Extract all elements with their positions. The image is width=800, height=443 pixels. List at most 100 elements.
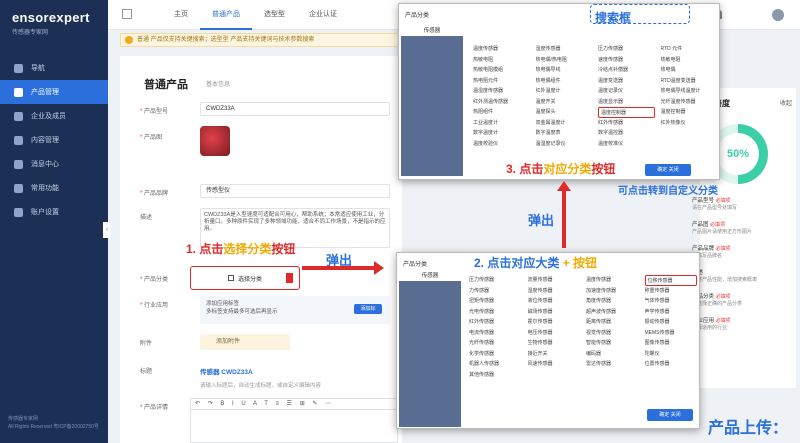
category-item[interactable]: 扭矩传感器	[469, 296, 522, 307]
category-item[interactable]: 图像传感器	[645, 338, 698, 349]
brand-input[interactable]: 传感型仪	[200, 184, 390, 198]
category-item[interactable]: 流量传感器	[528, 275, 581, 286]
category-item[interactable]: 温度开关	[536, 97, 593, 108]
category-item-selected[interactable]: 位移传感器	[644, 275, 697, 286]
popup-confirm-button[interactable]: 确定 关闭	[645, 164, 691, 176]
collapse-toggle[interactable]: 收起	[780, 98, 792, 107]
category-item[interactable]: 温度变送器	[598, 76, 655, 87]
category-item[interactable]: 编码器	[586, 349, 639, 360]
category-item[interactable]: 化学传感器	[469, 349, 522, 360]
category-item[interactable]: 温度传感器	[586, 275, 639, 286]
rich-text-editor[interactable]	[190, 410, 398, 443]
category-item[interactable]: 位置传感器	[645, 359, 698, 370]
category-item[interactable]	[661, 139, 718, 150]
collapse-sidebar-button[interactable]: ‹	[103, 222, 111, 238]
category-item[interactable]: 温湿度记录仪	[536, 139, 593, 150]
category-item[interactable]: 热敏电阻	[473, 55, 530, 66]
sidebar-item-messages[interactable]: 消息中心	[0, 152, 108, 176]
category-item[interactable]: 雷达传感器	[586, 359, 639, 370]
category-item[interactable]	[661, 128, 718, 139]
category-item[interactable]: 电流传感器	[469, 328, 522, 339]
category-item[interactable]: 称重传感器	[645, 286, 698, 297]
category-item[interactable]: RTD 元件	[661, 44, 718, 55]
sidebar-item-account[interactable]: 账户设置	[0, 200, 108, 224]
category-item[interactable]: RTD温度变送器	[661, 76, 718, 87]
category-item[interactable]: 热电偶/热电阻	[536, 55, 593, 66]
category-item[interactable]: 热电偶导线温度计	[661, 86, 718, 97]
category-item[interactable]: 气体传感器	[645, 296, 698, 307]
add-attachment-button[interactable]: 添加附件	[200, 334, 290, 350]
fullscreen-icon[interactable]	[122, 9, 132, 19]
sidebar-item-content[interactable]: 内容管理	[0, 128, 108, 152]
category-item[interactable]: 接近开关	[528, 349, 581, 360]
category-item[interactable]: 红外温度计	[536, 86, 593, 97]
category-item[interactable]: 温湿度传感器	[473, 86, 530, 97]
tab-normal-products[interactable]: 普通产品	[200, 0, 252, 30]
category-item[interactable]: 光电传感器	[469, 307, 522, 318]
category-item[interactable]: 温度传感器	[473, 44, 530, 55]
category-item[interactable]: 距离传感器	[586, 317, 639, 328]
category-item[interactable]: 湿度传感器	[528, 286, 581, 297]
category-item[interactable]: 生物传感器	[528, 338, 581, 349]
category-item[interactable]: 加速度传感器	[586, 286, 639, 297]
popup-confirm-button[interactable]: 确定 关闭	[647, 409, 693, 421]
category-item[interactable]: 温度探头	[536, 107, 593, 118]
tab-company-cert[interactable]: 企业认证	[297, 0, 349, 30]
category-item[interactable]: 温度校准仪	[598, 139, 655, 150]
category-item[interactable]: 冷结点补偿器	[598, 65, 655, 76]
category-item[interactable]: 液位传感器	[528, 296, 581, 307]
category-item[interactable]: 热电偶组件	[536, 76, 593, 87]
category-item[interactable]: 热电偶	[661, 65, 718, 76]
popup-left-header[interactable]: 传感器	[401, 26, 463, 36]
category-item[interactable]: 湿度传感器	[536, 44, 593, 55]
category-item[interactable]: 红外热像仪	[661, 118, 718, 129]
category-item[interactable]: 磁场传感器	[528, 307, 581, 318]
product-image[interactable]	[200, 126, 230, 156]
category-item[interactable]: 热电阻元件	[473, 76, 530, 87]
tab-selection-products[interactable]: 选型型	[252, 0, 297, 30]
category-item[interactable]: 压力传感器	[469, 275, 522, 286]
editor-toolbar[interactable]: ↶ ↷ B I U A T ≡ ☰ ⊞ ✎ ⋯	[190, 398, 398, 410]
sidebar-item-functions[interactable]: 常用功能	[0, 176, 108, 200]
category-item[interactable]	[528, 370, 581, 381]
category-item[interactable]: 热敏电阻	[661, 55, 718, 66]
category-item[interactable]: 热电偶导线	[536, 65, 593, 76]
category-item[interactable]: 红外传感器	[598, 118, 655, 129]
avatar[interactable]	[772, 9, 784, 21]
category-item[interactable]: 超声波传感器	[586, 307, 639, 318]
category-item[interactable]: MEMS传感器	[645, 328, 698, 339]
category-item[interactable]	[645, 370, 698, 381]
category-item[interactable]: 智能传感器	[586, 338, 639, 349]
select-category-button[interactable]: 选择分类	[190, 266, 300, 290]
sidebar-item-company[interactable]: 企业及成员	[0, 104, 108, 128]
add-tag-button[interactable]: 添加标	[354, 304, 382, 314]
popup-left-header[interactable]: 传感器	[399, 271, 461, 281]
category-item[interactable]: 角度传感器	[586, 296, 639, 307]
title-value[interactable]: 传感器 CWDZ33A	[200, 366, 253, 376]
category-item[interactable]: 红外传感器	[469, 317, 522, 328]
category-item[interactable]: 电压传感器	[528, 328, 581, 339]
category-item[interactable]: 温度校验仪	[473, 139, 530, 150]
tab-home[interactable]: 主页	[162, 0, 200, 30]
category-item[interactable]: 红外测温传感器	[473, 97, 530, 108]
category-item[interactable]: 光纤温度传感器	[661, 97, 718, 108]
category-item-selected[interactable]: 温度控制器	[598, 107, 655, 118]
category-item[interactable]: 工业温度计	[473, 118, 530, 129]
category-item[interactable]: 双金属温度计	[536, 118, 593, 129]
category-item[interactable]	[586, 370, 639, 381]
category-item[interactable]: 热阻组件	[473, 107, 530, 118]
category-item[interactable]: 速度传感器	[598, 55, 655, 66]
category-item[interactable]: 数字温控器	[598, 128, 655, 139]
category-item[interactable]: 光纤传感器	[469, 338, 522, 349]
category-item[interactable]: 数字温度表	[536, 128, 593, 139]
category-item[interactable]: 压力传感器	[598, 44, 655, 55]
category-item[interactable]: 霍尔传感器	[528, 317, 581, 328]
category-item[interactable]: 温度记录仪	[598, 86, 655, 97]
category-item[interactable]: 机器人传感器	[469, 359, 522, 370]
category-item[interactable]: 温度显示器	[598, 97, 655, 108]
category-item[interactable]: 陀螺仪	[645, 349, 698, 360]
category-item[interactable]: 声学传感器	[645, 307, 698, 318]
category-item[interactable]: 其他传感器	[469, 370, 522, 381]
sidebar-item-products[interactable]: 产品管理	[0, 80, 108, 104]
category-item[interactable]: 振动传感器	[645, 317, 698, 328]
